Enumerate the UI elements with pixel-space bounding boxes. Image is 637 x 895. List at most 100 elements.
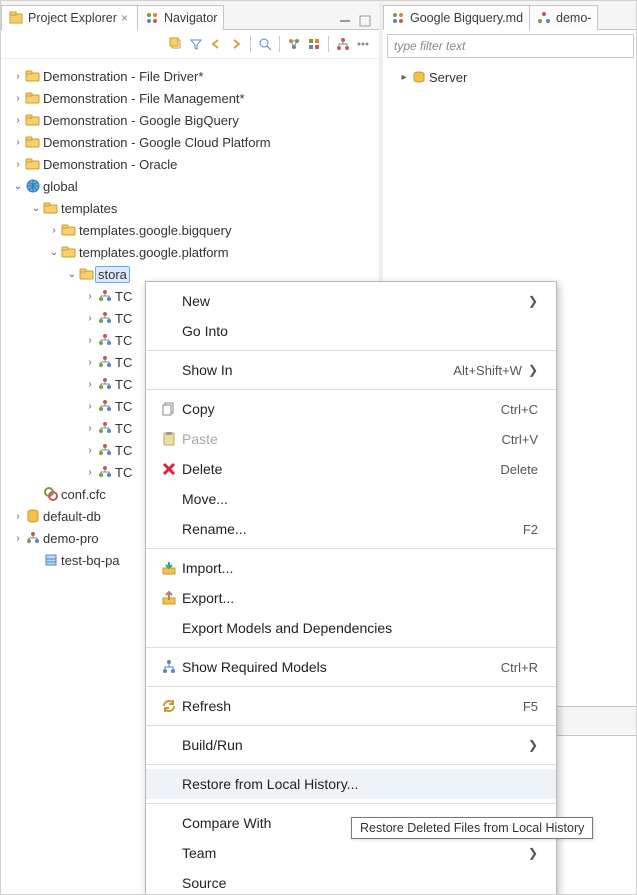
- menu-item-accelerator: Ctrl+C: [501, 402, 538, 417]
- expand-icon[interactable]: ›: [83, 357, 97, 368]
- separator: [279, 36, 280, 52]
- forward-icon[interactable]: [228, 36, 244, 52]
- maximize-icon[interactable]: [357, 13, 373, 29]
- menu-item[interactable]: Import...: [146, 553, 556, 583]
- menu-item[interactable]: Export...: [146, 583, 556, 613]
- hierarchy-icon[interactable]: [335, 36, 351, 52]
- submenu-arrow-icon: ❯: [522, 294, 538, 308]
- outline-item-label: Server: [427, 70, 467, 85]
- tree-item[interactable]: ›templates.google.bigquery: [1, 219, 379, 241]
- expand-icon[interactable]: ›: [83, 335, 97, 346]
- model-icon: [97, 464, 113, 480]
- expand-icon[interactable]: ›: [83, 423, 97, 434]
- tree-item[interactable]: ⌄ global: [1, 175, 379, 197]
- tree-item[interactable]: ›Demonstration - Oracle: [1, 153, 379, 175]
- tree-item[interactable]: ⌄templates.google.platform: [1, 241, 379, 263]
- back-icon[interactable]: [208, 36, 224, 52]
- close-icon[interactable]: ×: [121, 13, 131, 23]
- tree-item-label: TC: [113, 443, 132, 458]
- menu-item-label: Team: [182, 845, 522, 861]
- expand-icon[interactable]: ›: [11, 159, 25, 170]
- menu-item[interactable]: Rename...F2: [146, 514, 556, 544]
- menu-item[interactable]: Source: [146, 868, 556, 895]
- menu-item[interactable]: Go Into: [146, 316, 556, 346]
- model-icon: [97, 310, 113, 326]
- outline-tree[interactable]: ▸ Server: [383, 62, 637, 92]
- tree-item[interactable]: ⌄ templates: [1, 197, 379, 219]
- expand-icon[interactable]: ›: [11, 71, 25, 82]
- project-icon: [25, 112, 41, 128]
- delete-icon: [156, 461, 182, 477]
- tooltip: Restore Deleted Files from Local History: [351, 817, 593, 839]
- folder-icon: [43, 200, 59, 216]
- collapse-icon[interactable]: ⌄: [47, 247, 61, 258]
- tab-project-explorer[interactable]: Project Explorer ×: [1, 5, 138, 30]
- menu-item[interactable]: New❯: [146, 286, 556, 316]
- expand-icon[interactable]: ›: [47, 225, 61, 236]
- menu-item[interactable]: Export Models and Dependencies: [146, 613, 556, 643]
- tree-item[interactable]: › Demonstration - Google BigQuery: [1, 109, 379, 131]
- presentation-icon[interactable]: [306, 36, 322, 52]
- expand-icon[interactable]: ›: [83, 291, 97, 302]
- menu-item[interactable]: Show Required ModelsCtrl+R: [146, 652, 556, 682]
- tree-item[interactable]: ›Demonstration - File Management*: [1, 87, 379, 109]
- tree-item[interactable]: ›Demonstration - Google Cloud Platform: [1, 131, 379, 153]
- menu-item-label: Show In: [182, 362, 453, 378]
- menu-separator: [146, 647, 556, 648]
- expand-icon[interactable]: ›: [11, 115, 25, 126]
- expand-icon[interactable]: ›: [11, 93, 25, 104]
- expand-icon[interactable]: ›: [83, 401, 97, 412]
- menu-item-label: Source: [182, 875, 538, 891]
- expand-icon[interactable]: ›: [11, 137, 25, 148]
- collapse-icon[interactable]: ⌄: [29, 203, 43, 214]
- tab-editor-2[interactable]: demo-: [529, 5, 598, 30]
- filter-input[interactable]: type filter text: [387, 34, 634, 58]
- menu-item[interactable]: RefreshF5: [146, 691, 556, 721]
- menu-item[interactable]: Show InAlt+Shift+W❯: [146, 355, 556, 385]
- menu-item[interactable]: CopyCtrl+C: [146, 394, 556, 424]
- menu-item[interactable]: Move...: [146, 484, 556, 514]
- model-icon: [97, 398, 113, 414]
- menu-item-label: Restore from Local History...: [182, 776, 538, 792]
- expand-icon[interactable]: ›: [83, 379, 97, 390]
- menu-item[interactable]: Build/Run❯: [146, 730, 556, 760]
- tree-item-label: templates: [59, 201, 117, 216]
- collapse-icon[interactable]: ⌄: [11, 181, 25, 192]
- menu-item[interactable]: Team❯: [146, 838, 556, 868]
- model-icon: [97, 420, 113, 436]
- project-icon: [25, 134, 41, 150]
- link-icon[interactable]: [286, 36, 302, 52]
- tree-item-label: Demonstration - Google BigQuery: [41, 113, 239, 128]
- expand-icon[interactable]: ›: [83, 467, 97, 478]
- tab-label: Project Explorer: [28, 11, 117, 25]
- menu-item[interactable]: Restore from Local History...: [146, 769, 556, 799]
- model-icon: [25, 530, 41, 546]
- view-menu-icon[interactable]: [355, 36, 371, 52]
- tree-item-label: TC: [113, 289, 132, 304]
- expand-icon[interactable]: ▸: [397, 72, 411, 83]
- expand-icon[interactable]: ›: [11, 511, 25, 522]
- collapse-icon[interactable]: ⌄: [65, 269, 79, 280]
- expand-icon[interactable]: ›: [83, 445, 97, 456]
- model-icon: [97, 332, 113, 348]
- search-icon[interactable]: [257, 36, 273, 52]
- tree-item[interactable]: ›Demonstration - File Driver*: [1, 65, 379, 87]
- folder-icon: [61, 244, 77, 260]
- expand-icon[interactable]: ›: [83, 313, 97, 324]
- submenu-arrow-icon: ❯: [522, 846, 538, 860]
- minimize-icon[interactable]: [337, 13, 353, 29]
- folder-icon: [79, 266, 95, 282]
- expand-icon[interactable]: ›: [11, 533, 25, 544]
- filter-icon[interactable]: [188, 36, 204, 52]
- markdown-icon: [390, 10, 406, 26]
- menu-item-label: Paste: [182, 431, 502, 447]
- tab-editor[interactable]: Google Bigquery.md: [383, 5, 530, 30]
- import-icon: [156, 560, 182, 576]
- tree-item-label: global: [41, 179, 78, 194]
- collapse-all-icon[interactable]: [168, 36, 184, 52]
- outline-item-server[interactable]: ▸ Server: [387, 66, 634, 88]
- tab-navigator[interactable]: Navigator: [137, 5, 225, 30]
- menu-item[interactable]: DeleteDelete: [146, 454, 556, 484]
- menu-item-label: Import...: [182, 560, 538, 576]
- menu-item-label: Show Required Models: [182, 659, 501, 675]
